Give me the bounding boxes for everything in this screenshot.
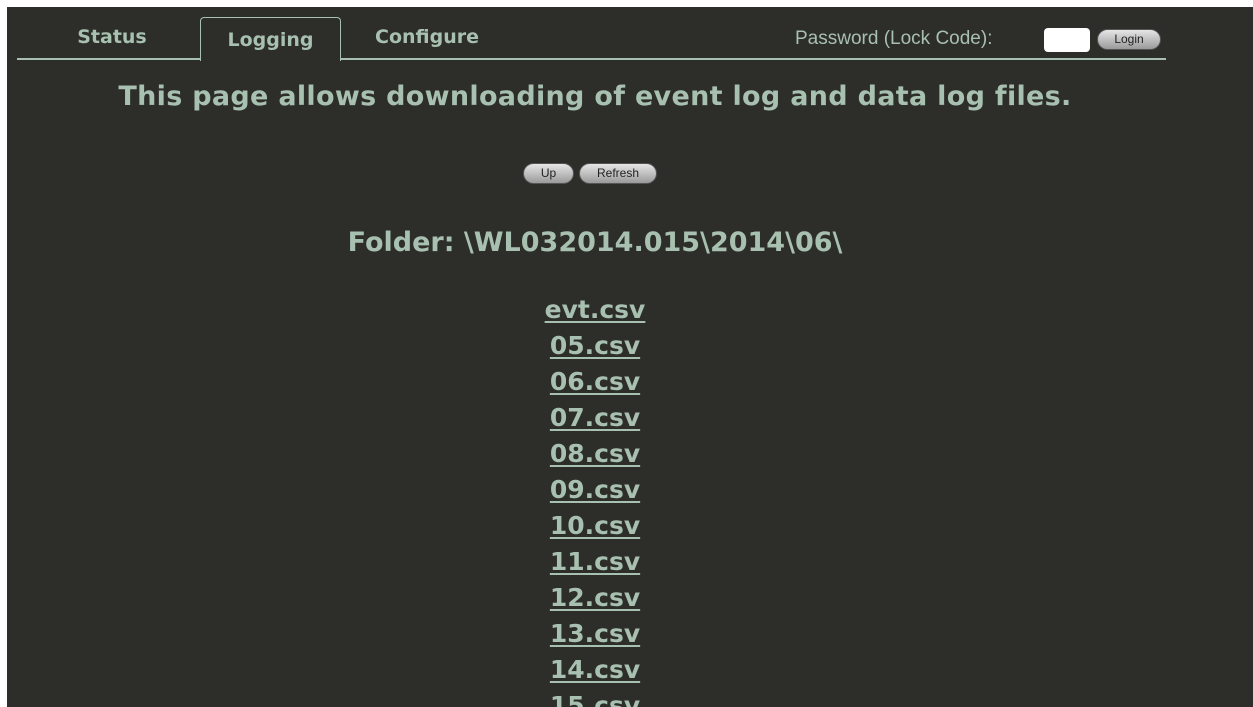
file-link-08[interactable]: 08.csv: [550, 439, 640, 468]
file-link-14[interactable]: 14.csv: [550, 655, 640, 684]
tab-status[interactable]: Status: [67, 17, 157, 57]
list-item: 14.csv: [7, 652, 1183, 688]
file-link-15[interactable]: 15.csv: [550, 691, 640, 707]
list-item: 08.csv: [7, 436, 1183, 472]
list-item: 12.csv: [7, 580, 1183, 616]
list-item: 07.csv: [7, 400, 1183, 436]
list-item: 09.csv: [7, 472, 1183, 508]
password-label: Password (Lock Code):: [795, 28, 993, 49]
list-item: 15.csv: [7, 688, 1183, 707]
file-link-07[interactable]: 07.csv: [550, 403, 640, 432]
file-link-11[interactable]: 11.csv: [550, 547, 640, 576]
tab-bar: Status Logging Configure Password (Lock …: [7, 7, 1253, 61]
file-link-09[interactable]: 09.csv: [550, 475, 640, 504]
tab-baseline-right: [340, 58, 1166, 60]
tab-logging[interactable]: Logging: [200, 17, 341, 61]
page-description: This page allows downloading of event lo…: [118, 81, 1072, 112]
password-input[interactable]: [1044, 28, 1090, 52]
up-button[interactable]: Up: [523, 163, 574, 184]
file-link-13[interactable]: 13.csv: [550, 619, 640, 648]
file-link-12[interactable]: 12.csv: [550, 583, 640, 612]
file-link-evt[interactable]: evt.csv: [545, 295, 646, 324]
folder-path: Folder: \WL032014.015\2014\06\: [347, 227, 843, 258]
tab-baseline-left: [17, 58, 202, 60]
list-item: 13.csv: [7, 616, 1183, 652]
file-list: evt.csv 05.csv 06.csv 07.csv 08.csv 09.c…: [7, 292, 1183, 707]
file-link-05[interactable]: 05.csv: [550, 331, 640, 360]
list-item: evt.csv: [7, 292, 1183, 328]
refresh-button[interactable]: Refresh: [579, 163, 657, 184]
list-item: 10.csv: [7, 508, 1183, 544]
browser-viewport: Status Logging Configure Password (Lock …: [7, 7, 1253, 707]
tab-configure[interactable]: Configure: [362, 17, 492, 57]
login-button[interactable]: Login: [1097, 29, 1161, 50]
list-item: 06.csv: [7, 364, 1183, 400]
list-item: 11.csv: [7, 544, 1183, 580]
file-link-10[interactable]: 10.csv: [550, 511, 640, 540]
file-link-06[interactable]: 06.csv: [550, 367, 640, 396]
list-item: 05.csv: [7, 328, 1183, 364]
